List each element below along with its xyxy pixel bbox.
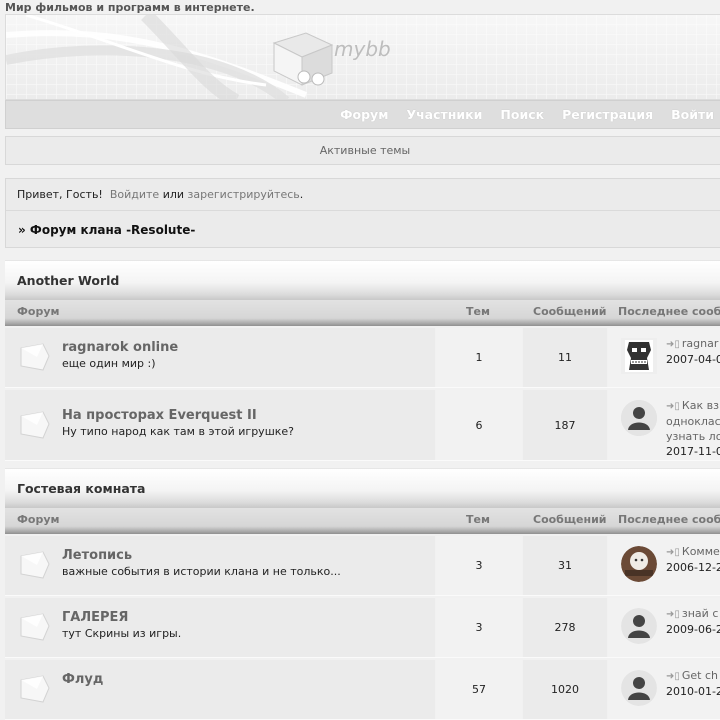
main-navigation: Форум Участники Поиск Регистрация Войти — [5, 100, 720, 129]
category-title[interactable]: Another World — [5, 260, 720, 300]
forum-status-icon — [20, 411, 50, 439]
col-topics: Тем — [466, 305, 490, 318]
mybb-logo-icon — [272, 32, 334, 86]
forum-row: Летопись важные события в истории клана … — [5, 536, 720, 596]
forum-description: еще один мир :) — [62, 357, 156, 370]
col-forum: Форум — [17, 513, 60, 526]
post-count: 187 — [523, 390, 607, 460]
nav-login[interactable]: Войти — [671, 107, 714, 122]
forum-status-icon — [20, 613, 50, 641]
last-post-date: 2010-01-2 — [666, 685, 720, 698]
topic-count: 1 — [436, 328, 522, 387]
default-avatar[interactable] — [621, 608, 657, 644]
greeting-text: Привет, Гость! — [17, 188, 103, 201]
default-avatar[interactable] — [621, 670, 657, 706]
column-header: Форум Тем Сообщений Последнее сооб — [5, 300, 720, 326]
category-title[interactable]: Гостевая комната — [5, 468, 720, 508]
logo-text: mybb — [334, 37, 391, 61]
col-last-post: Последнее сооб — [618, 513, 720, 526]
last-post-date: 2017-11-0 — [666, 445, 720, 458]
last-post-title-cont[interactable]: узнать ло — [666, 429, 720, 444]
post-count: 31 — [523, 536, 607, 595]
breadcrumb[interactable]: » Форум клана -Resolute- — [6, 211, 720, 248]
forum-description: тут Скрины из игры. — [62, 627, 182, 640]
topic-count: 57 — [436, 660, 522, 719]
last-post-title[interactable]: знай с — [682, 607, 718, 620]
welcome-box: Привет, Гость! Войдите или зарегистрируй… — [5, 178, 720, 248]
forum-title[interactable]: На просторах Everquest II — [62, 408, 257, 423]
forum-row: Флуд 57 1020 ➜▯ Get ch 2010-01-2 — [5, 660, 720, 720]
col-topics: Тем — [466, 513, 490, 526]
period-text: . — [299, 188, 304, 201]
column-header: Форум Тем Сообщений Последнее сооб — [5, 508, 720, 534]
category-guest-room: Гостевая комната Форум Тем Сообщений Пос… — [5, 468, 720, 720]
forum-description: важные события в истории клана и не толь… — [62, 565, 341, 578]
go-to-post-icon[interactable]: ➜▯ — [666, 609, 680, 620]
site-description: Мир фильмов и программ в интернете. — [5, 1, 255, 14]
post-count: 1020 — [523, 660, 607, 719]
default-avatar[interactable] — [621, 400, 657, 436]
go-to-post-icon[interactable]: ➜▯ — [666, 547, 680, 558]
forum-status-icon — [20, 343, 50, 371]
forum-title[interactable]: ragnarok online — [62, 340, 178, 355]
last-post-title[interactable]: Как вз — [682, 399, 719, 412]
last-post-title-cont[interactable]: однокласс — [666, 414, 720, 429]
go-to-post-icon[interactable]: ➜▯ — [666, 339, 680, 350]
forum-row: На просторах Everquest II Ну типо народ … — [5, 390, 720, 461]
last-post-date: 2009-06-2 — [666, 623, 720, 636]
forum-title[interactable]: Летопись — [62, 548, 132, 563]
login-link[interactable]: Войдите — [110, 188, 159, 201]
col-posts: Сообщений — [533, 513, 607, 526]
or-text: или — [162, 188, 185, 201]
forum-title[interactable]: Флуд — [62, 672, 103, 687]
forum-description: Ну типо народ как там в этой игрушке? — [62, 425, 295, 438]
nav-forum[interactable]: Форум — [340, 107, 388, 122]
last-post-date: 2006-12-2 — [666, 561, 720, 574]
active-topics-link[interactable]: Активные темы — [5, 136, 720, 165]
header-banner: mybb — [5, 14, 720, 100]
last-post-title[interactable]: ragnar — [682, 337, 718, 350]
forum-title[interactable]: ГАЛЕРЕЯ — [62, 610, 128, 625]
go-to-post-icon[interactable]: ➜▯ — [666, 401, 680, 412]
nav-members[interactable]: Участники — [406, 107, 482, 122]
register-link[interactable]: зарегистрируйтесь — [188, 188, 300, 201]
post-count: 11 — [523, 328, 607, 387]
nav-search[interactable]: Поиск — [500, 107, 544, 122]
topic-count: 3 — [436, 598, 522, 657]
forum-row: ragnarok online еще один мир :) 1 11 ➜▯ r… — [5, 328, 720, 388]
forum-status-icon — [20, 675, 50, 703]
category-another-world: Another World Форум Тем Сообщений Послед… — [5, 260, 720, 461]
mask-avatar[interactable] — [621, 338, 657, 374]
forum-status-icon — [20, 551, 50, 579]
last-post-title[interactable]: Комме — [682, 545, 720, 558]
col-last-post: Последнее сооб — [618, 305, 720, 318]
go-to-post-icon[interactable]: ➜▯ — [666, 671, 680, 682]
photo-avatar[interactable] — [621, 546, 657, 582]
nav-register[interactable]: Регистрация — [562, 107, 653, 122]
col-forum: Форум — [17, 305, 60, 318]
topic-count: 3 — [436, 536, 522, 595]
last-post-date: 2007-04-0 — [666, 353, 720, 366]
col-posts: Сообщений — [533, 305, 607, 318]
last-post-title[interactable]: Get ch — [682, 669, 718, 682]
topic-count: 6 — [436, 390, 522, 460]
post-count: 278 — [523, 598, 607, 657]
forum-row: ГАЛЕРЕЯ тут Скрины из игры. 3 278 ➜▯ знай… — [5, 598, 720, 658]
